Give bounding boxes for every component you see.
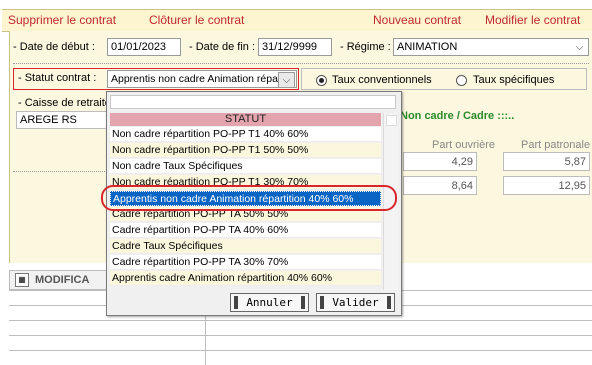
employer-share-header: Part patronale <box>521 139 591 151</box>
status-label: - Statut contrat : <box>18 72 97 84</box>
selection-highlight-annotation <box>101 185 397 211</box>
regime-select[interactable]: ANIMATION ⌵ <box>393 38 589 56</box>
dropdown-header: STATUT <box>110 113 381 126</box>
chevron-down-icon[interactable]: ⌵ <box>278 72 295 87</box>
dropdown-search-field[interactable] <box>110 95 396 109</box>
contract-action-bar: Supprimer le contrat Clôturer le contrat… <box>2 9 592 32</box>
dropdown-option[interactable]: Non cadre Taux Spécifiques <box>110 159 381 174</box>
category-title: Non cadre / Cadre :::.. <box>400 110 515 122</box>
conventional-rate-label: Taux conventionnels <box>332 74 432 86</box>
dropdown-option[interactable]: Cadre répartition PO-PP TA 30% 70% <box>110 255 381 270</box>
dropdown-option[interactable]: Cadre Taux Spécifiques <box>110 239 381 254</box>
grid-line <box>9 335 592 336</box>
new-contract-link[interactable]: Nouveau contrat <box>373 13 461 27</box>
status-select[interactable]: Apprentis non cadre Animation répar ⌵ <box>107 70 297 88</box>
dropdown-option[interactable]: Apprentis cadre Animation répartition 40… <box>110 271 381 286</box>
employer-share-row-2: 12,95 <box>503 176 590 195</box>
dropdown-option[interactable]: Non cadre répartition PO-PP T1 50% 50% <box>110 143 381 158</box>
grid-icon: ▦ <box>15 273 29 287</box>
separator-2 <box>13 171 105 172</box>
caisse-field[interactable]: AREGE RS <box>16 111 108 129</box>
modification-tab[interactable]: ▦ MODIFICA <box>9 270 111 290</box>
specific-rate-radio[interactable] <box>456 75 467 86</box>
employer-share-row-1: 5,87 <box>503 152 590 171</box>
modification-tab-label: MODIFICA <box>35 274 90 286</box>
cancel-button[interactable]: Annuler <box>230 293 309 312</box>
dropdown-option[interactable]: Non cadre répartition PO-PP T1 40% 60% <box>110 127 381 142</box>
grid-line <box>9 320 592 321</box>
conventional-rate-radio[interactable] <box>316 75 327 86</box>
dropdown-option[interactable]: Cadre répartition PO-PP TA 40% 60% <box>110 223 381 238</box>
end-date-field[interactable]: 31/12/9999 <box>258 38 332 56</box>
start-date-label: - Date de début : <box>13 41 95 53</box>
delete-contract-link[interactable]: Supprimer le contrat <box>8 13 116 27</box>
chevron-down-icon[interactable]: ⌵ <box>572 40 587 54</box>
start-date-field[interactable]: 01/01/2023 <box>107 38 181 56</box>
worker-share-row-2: 8,64 <box>403 176 477 195</box>
validate-button[interactable]: Valider <box>316 293 395 312</box>
separator-1 <box>13 63 589 64</box>
worker-share-header: Part ouvrière <box>432 139 495 151</box>
caisse-label: - Caisse de retraite <box>18 97 111 109</box>
edit-contract-link[interactable]: Modifier le contrat <box>485 13 580 27</box>
close-contract-link[interactable]: Clôturer le contrat <box>149 13 244 27</box>
specific-rate-label: Taux spécifiques <box>473 74 555 86</box>
end-date-label: - Date de fin : <box>189 41 256 53</box>
regime-label: - Régime : <box>340 41 391 53</box>
worker-share-row-1: 4,29 <box>403 152 477 171</box>
scrollbar-handle[interactable] <box>386 115 397 126</box>
regime-value: ANIMATION <box>397 41 458 53</box>
grid-line <box>9 350 592 351</box>
status-value: Apprentis non cadre Animation répar <box>111 73 282 85</box>
